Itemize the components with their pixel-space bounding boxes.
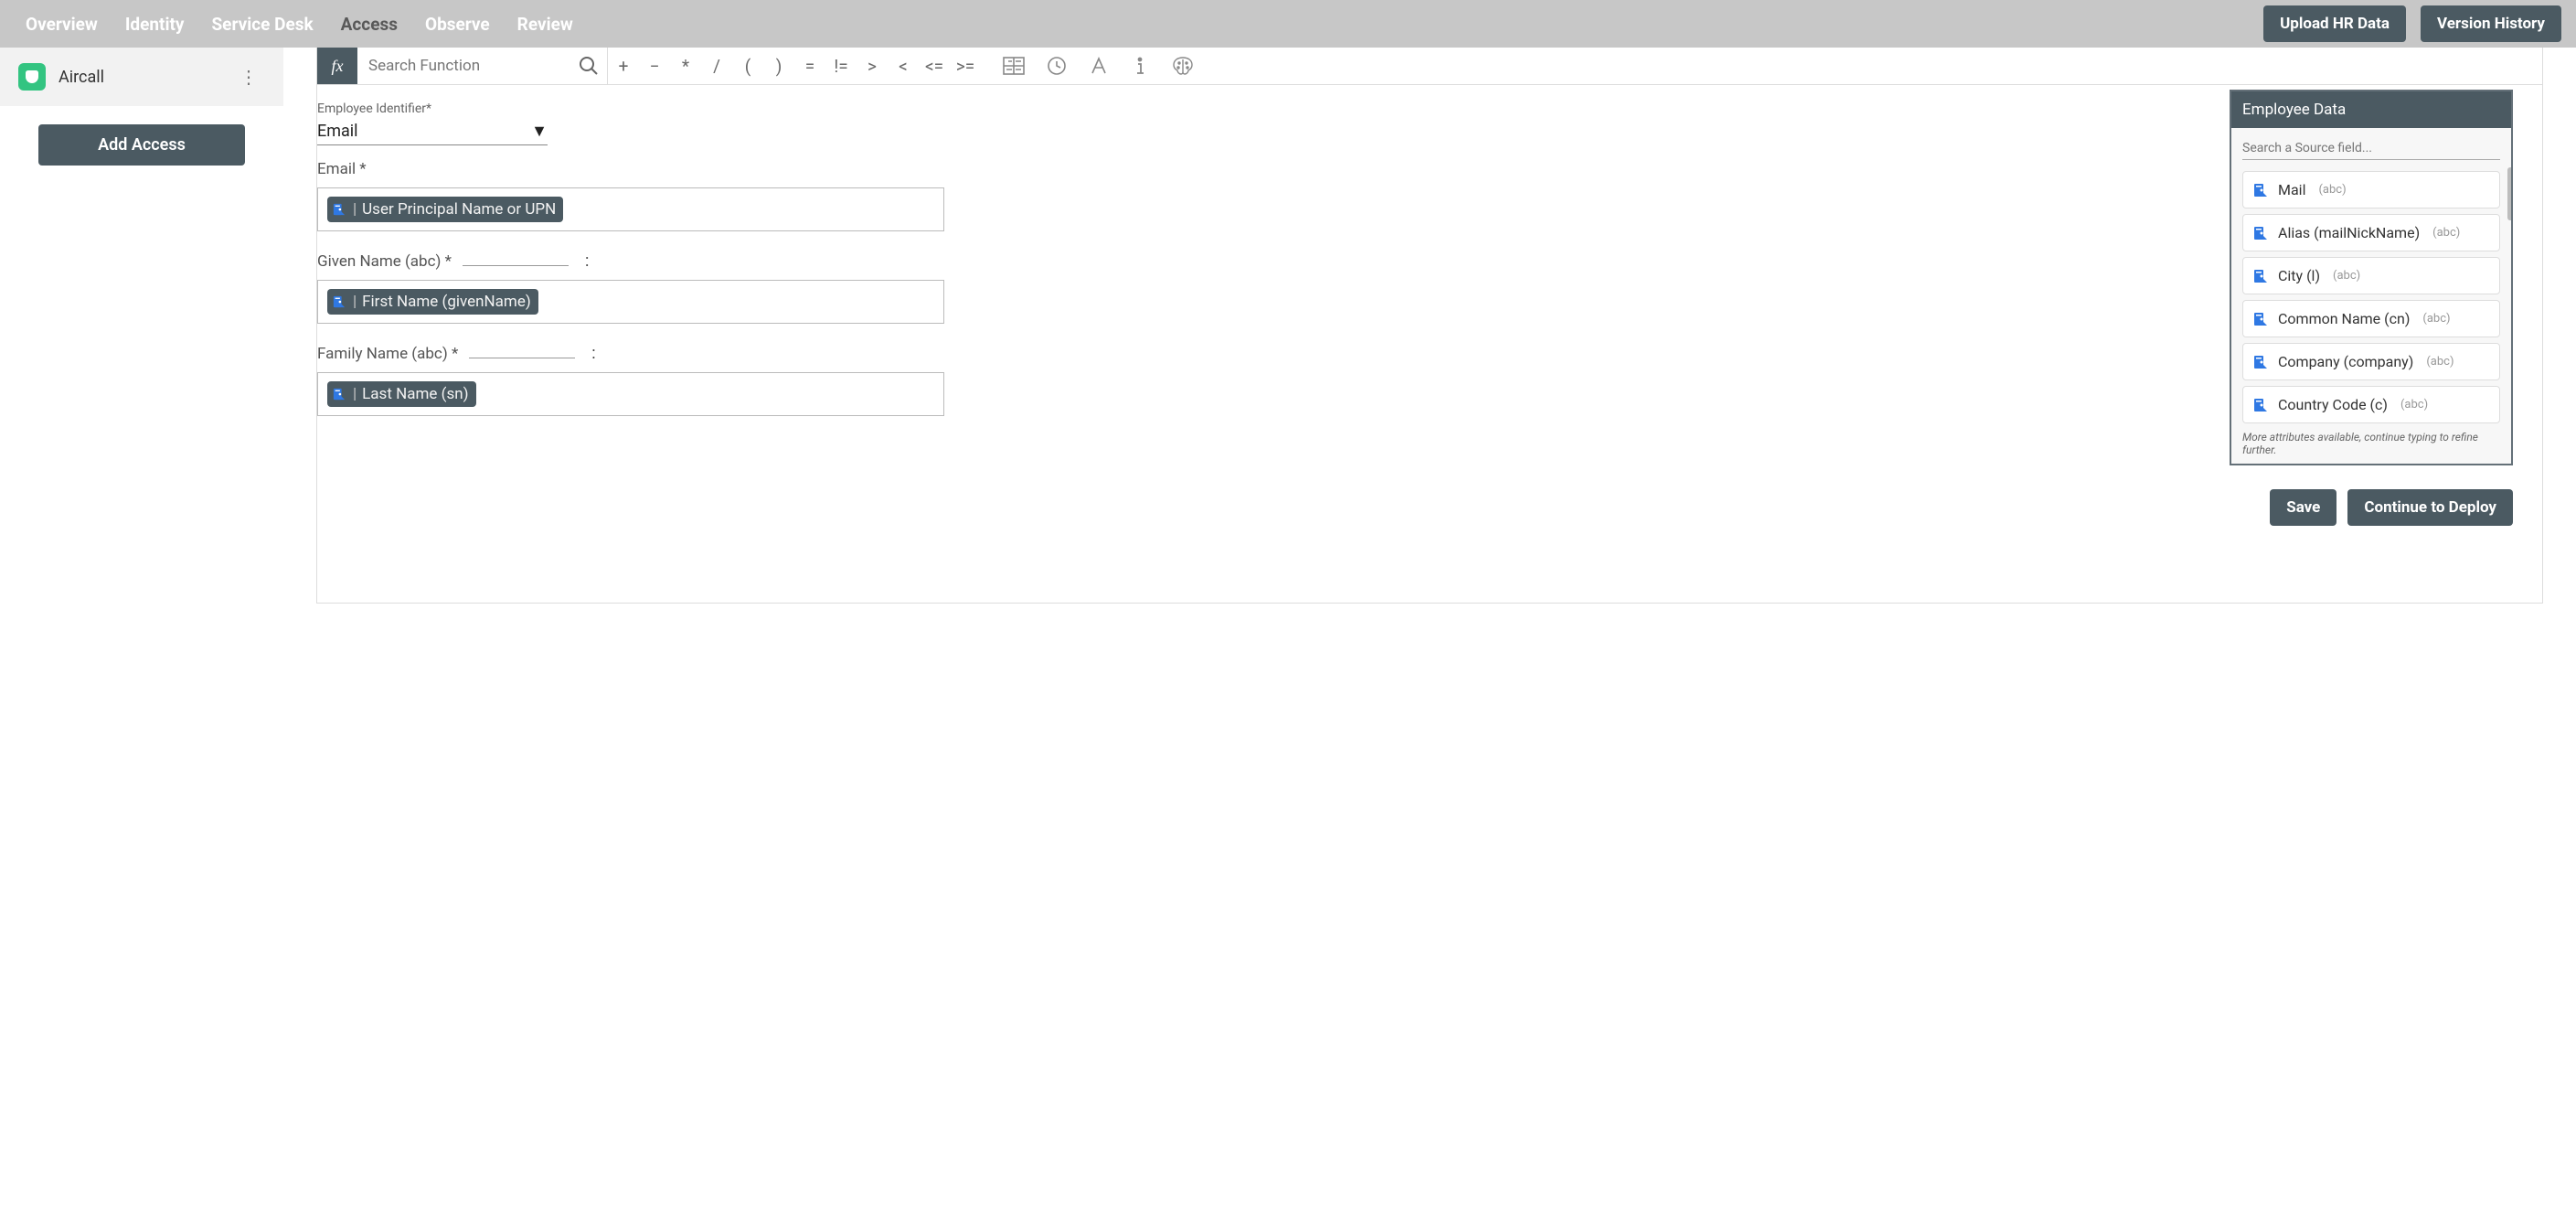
employee-field-list: Mail (abc) Alias (mailNickName) (abc) Ci… (2231, 167, 2511, 429)
op-lte[interactable]: <= (919, 48, 950, 84)
search-function-input[interactable] (357, 48, 607, 84)
action-row: Save Continue to Deploy (317, 473, 2542, 553)
given-name-colon: : (585, 251, 589, 271)
source-icon (2252, 269, 2269, 283)
email-label: Email * (317, 160, 948, 178)
info-tool-icon[interactable] (1131, 56, 1149, 76)
list-item[interactable]: Mail (abc) (2242, 171, 2500, 208)
source-icon (2252, 312, 2269, 326)
given-name-underline (463, 253, 569, 266)
aircall-logo-icon (18, 63, 46, 91)
brain-tool-icon[interactable] (1171, 56, 1195, 76)
op-minus[interactable]: − (639, 48, 670, 84)
source-icon (2252, 183, 2269, 198)
list-item[interactable]: Company (company) (abc) (2242, 343, 2500, 380)
email-field[interactable]: | User Principal Name or UPN (317, 187, 944, 231)
source-icon (2252, 226, 2269, 240)
upload-hr-button[interactable]: Upload HR Data (2263, 5, 2406, 42)
table-tool-icon[interactable] (1003, 57, 1025, 75)
scrollbar[interactable] (2507, 167, 2511, 220)
op-lt[interactable]: < (888, 48, 919, 84)
op-gte[interactable]: >= (950, 48, 981, 84)
list-item[interactable]: Country Code (c) (abc) (2242, 386, 2500, 423)
tab-overview[interactable]: Overview (15, 1, 109, 48)
list-item[interactable]: Common Name (cn) (abc) (2242, 300, 2500, 337)
op-plus[interactable]: + (608, 48, 639, 84)
tab-service-desk[interactable]: Service Desk (200, 1, 324, 48)
clock-tool-icon[interactable] (1047, 56, 1067, 76)
family-name-label: Family Name (abc) * (317, 345, 458, 363)
source-icon (2252, 398, 2269, 412)
employee-more-hint: More attributes available, continue typi… (2231, 429, 2511, 464)
continue-deploy-button[interactable]: Continue to Deploy (2347, 489, 2513, 526)
employee-data-title: Employee Data (2231, 91, 2511, 128)
given-name-field[interactable]: | First Name (givenName) (317, 280, 944, 324)
search-icon[interactable] (578, 55, 600, 77)
add-access-button[interactable]: Add Access (38, 124, 245, 166)
nav-tabs: Overview Identity Service Desk Access Ob… (15, 1, 584, 48)
email-token[interactable]: | User Principal Name or UPN (327, 197, 563, 222)
tab-review[interactable]: Review (506, 1, 584, 48)
employee-data-panel: Employee Data Mail (abc) Alias (2230, 90, 2513, 465)
op-div[interactable]: / (701, 48, 732, 84)
main: fx + − * / ( ) = != (283, 48, 2576, 604)
family-name-token[interactable]: | Last Name (sn) (327, 381, 476, 407)
employee-identifier-label: Employee Identifier* (317, 102, 948, 116)
formula-bar: fx + − * / ( ) = != (317, 48, 2542, 85)
op-neq[interactable]: != (825, 48, 857, 84)
op-gt[interactable]: > (857, 48, 888, 84)
sidebar: Aircall ⋮ Add Access (0, 48, 283, 604)
family-name-underline (469, 346, 575, 358)
app-card[interactable]: Aircall ⋮ (0, 48, 283, 106)
op-lparen[interactable]: ( (732, 48, 763, 84)
operator-row: + − * / ( ) = != > < <= >= (608, 48, 981, 84)
list-item[interactable]: Alias (mailNickName) (abc) (2242, 214, 2500, 251)
op-eq[interactable]: = (794, 48, 825, 84)
tab-access[interactable]: Access (330, 1, 409, 48)
tab-identity[interactable]: Identity (114, 1, 196, 48)
topbar-actions: Upload HR Data Version History (2263, 5, 2561, 42)
list-item[interactable]: City (l) (abc) (2242, 257, 2500, 294)
fx-icon: fx (317, 48, 357, 84)
text-tool-icon[interactable] (1089, 56, 1109, 76)
given-name-label: Given Name (abc) * (317, 252, 452, 271)
family-name-colon: : (591, 344, 595, 363)
op-mult[interactable]: * (670, 48, 701, 84)
employee-identifier-select[interactable]: Email ▼ (317, 118, 548, 145)
chevron-down-icon: ▼ (531, 122, 548, 141)
tab-observe[interactable]: Observe (414, 1, 501, 48)
op-rparen[interactable]: ) (763, 48, 794, 84)
family-name-field[interactable]: | Last Name (sn) (317, 372, 944, 416)
employee-search-input[interactable] (2242, 137, 2500, 160)
source-icon (2252, 355, 2269, 369)
save-button[interactable]: Save (2270, 489, 2336, 526)
app-name: Aircall (59, 68, 104, 87)
given-name-token[interactable]: | First Name (givenName) (327, 289, 538, 315)
employee-identifier-value: Email (317, 122, 358, 141)
top-nav: Overview Identity Service Desk Access Ob… (0, 0, 2576, 48)
more-menu-icon[interactable]: ⋮ (232, 62, 265, 91)
version-history-button[interactable]: Version History (2421, 5, 2561, 42)
